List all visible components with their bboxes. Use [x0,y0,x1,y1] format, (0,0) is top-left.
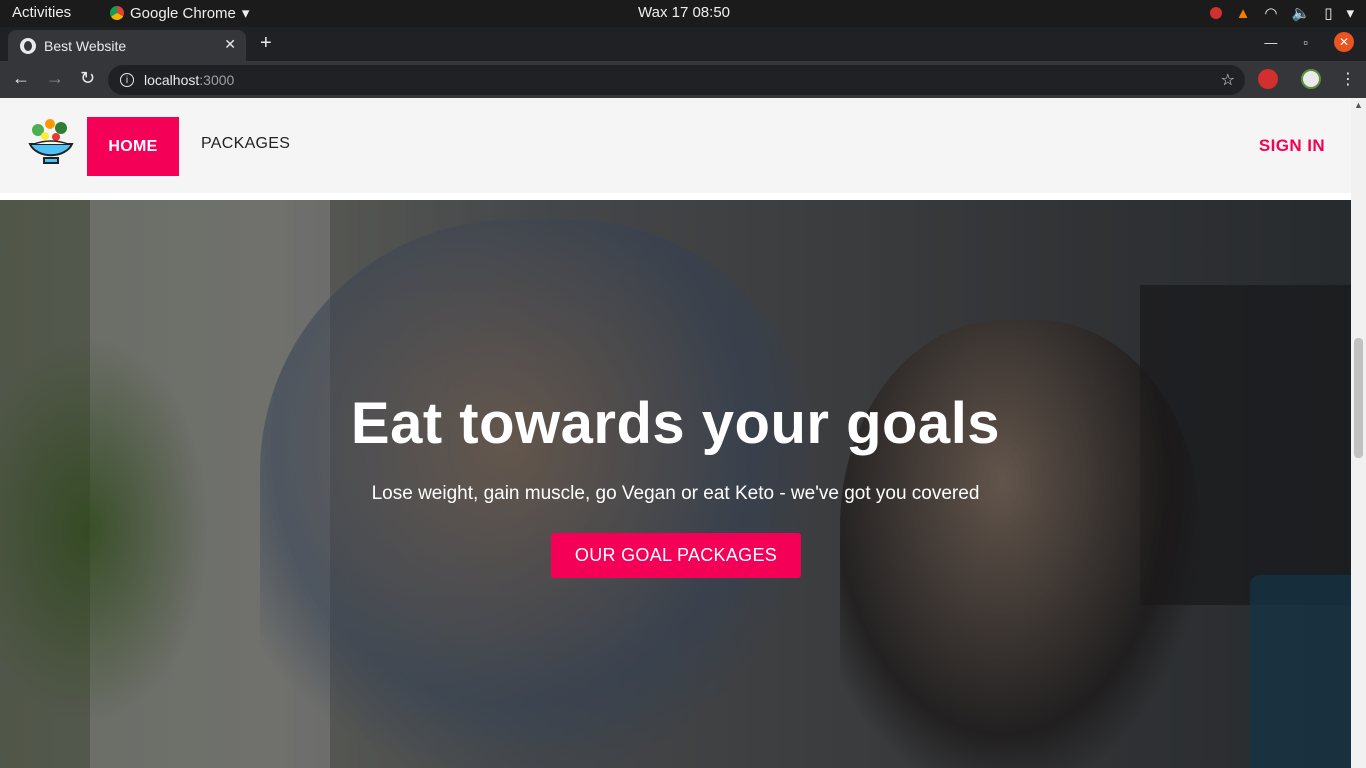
salad-bowl-logo[interactable] [28,118,74,168]
browser-toolbar: ← → ↻ i localhost :3000 ☆ ⋮ [0,61,1366,98]
nav-home-link[interactable]: HOME [87,117,179,176]
page-scrollbar[interactable]: ▲ [1351,98,1366,768]
nav-buttons: ← → ↻ [12,68,95,89]
star-icon[interactable]: ☆ [1221,70,1235,90]
hero-title: Eat towards your goals [350,391,1001,456]
chevron-down-icon[interactable]: ▾ [1346,4,1354,22]
clock[interactable]: Wax 17 08:50 [638,4,730,21]
menu-icon[interactable]: ⋮ [1340,69,1356,89]
app-name: Google Chrome [130,4,236,22]
wifi-icon[interactable]: ◠ [1264,4,1277,22]
tab-strip: Best Website ✕ + — ▫ ✕ [0,27,1366,61]
profile-avatar[interactable] [1301,69,1321,89]
hero-section: Eat towards your goals Lose weight, gain… [0,200,1351,768]
url-host: localhost [144,72,200,88]
plus-icon[interactable]: + [260,32,272,55]
vlc-icon[interactable]: ▲ [1236,5,1251,22]
system-tray[interactable]: ▲ ◠ 🔈 ▯ ▾ [1209,4,1354,22]
minimize-icon[interactable]: — [1264,35,1277,50]
back-icon[interactable]: ← [12,68,30,89]
site-navbar: HOME PACKAGES SIGN IN [0,98,1351,193]
volume-icon[interactable]: 🔈 [1292,4,1311,22]
close-icon[interactable]: ✕ [224,36,236,53]
notification-icon[interactable] [1209,7,1222,19]
maximize-icon[interactable]: ▫ [1303,35,1308,50]
chrome-icon [110,6,124,20]
activities-button[interactable]: Activities [12,4,71,21]
app-menu[interactable]: Google Chrome ▾ [110,4,249,22]
url-port: :3000 [199,72,235,88]
tab-title: Best Website [44,37,127,54]
globe-icon [20,37,36,54]
chevron-down-icon: ▾ [241,5,250,22]
browser-tab[interactable]: Best Website ✕ [8,30,246,61]
scroll-up-icon[interactable]: ▲ [1354,100,1363,110]
address-bar[interactable]: i localhost :3000 ☆ [108,65,1245,95]
extension-icon[interactable] [1258,69,1278,89]
window-controls: — ▫ ✕ [1264,32,1354,52]
forward-icon[interactable]: → [46,68,64,89]
hero-subtitle: Lose weight, gain muscle, go Vegan or ea… [371,483,980,504]
scrollbar-thumb[interactable] [1354,338,1363,458]
close-window-icon[interactable]: ✕ [1334,32,1354,52]
web-page: HOME PACKAGES SIGN IN Eat towards your g… [0,98,1351,768]
nav-packages-link[interactable]: PACKAGES [201,135,290,153]
goal-packages-button[interactable]: OUR GOAL PACKAGES [551,533,801,578]
system-top-bar: Activities Google Chrome ▾ Wax 17 08:50 … [0,0,1366,27]
battery-icon[interactable]: ▯ [1324,4,1332,22]
sign-in-link[interactable]: SIGN IN [1259,136,1325,156]
reload-icon[interactable]: ↻ [80,68,95,89]
info-icon[interactable]: i [120,73,134,87]
